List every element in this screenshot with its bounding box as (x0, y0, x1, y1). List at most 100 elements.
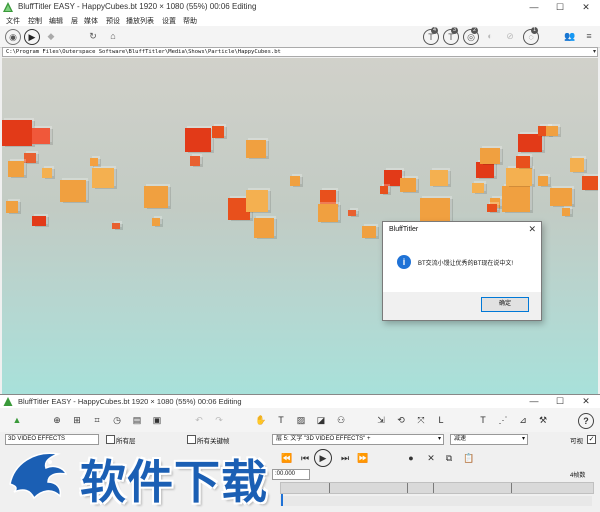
cube (487, 204, 497, 212)
text-tool-icon[interactable]: ⚒ (536, 413, 550, 427)
file-path: C:\Program Files\Outerspace Software\Blu… (6, 49, 281, 55)
dialog-title: BluffTitler (389, 226, 419, 233)
home-icon[interactable]: ⌂ (106, 29, 120, 43)
layer-select-value: 层 5: 文字 "3D VIDEO EFFECTS" + (276, 436, 371, 442)
move-icon[interactable]: ⇲ (374, 413, 388, 427)
minimize-button[interactable]: — (522, 0, 546, 14)
cube (92, 168, 114, 188)
rewind-icon[interactable]: ⏪ (280, 451, 294, 465)
ease-select[interactable]: 减速 ▾ (450, 434, 528, 445)
cube (8, 161, 24, 177)
file-path-bar[interactable]: C:\Program Files\Outerspace Software\Blu… (2, 47, 598, 57)
rotate-icon[interactable]: ⟲ (394, 413, 408, 427)
copy-icon[interactable]: ⧉ (442, 451, 456, 465)
close-button[interactable]: ✕ (574, 395, 598, 407)
cube (348, 210, 356, 216)
badge-count: 3 (451, 27, 458, 34)
scale-icon[interactable]: ⤧ (414, 413, 428, 427)
dialog-message: BT交流小馒让优秀的BT现在说中文! (418, 261, 514, 267)
keyframe-marker[interactable] (407, 483, 408, 493)
layer-disabled-icon[interactable]: ⊘ (503, 29, 517, 43)
time-field[interactable]: :00.000 (272, 469, 310, 480)
close-button[interactable]: ✕ (574, 0, 598, 14)
record-icon[interactable]: ● (404, 451, 418, 465)
all-keyframes-checkbox[interactable] (187, 435, 196, 444)
time-scrubber[interactable] (280, 496, 592, 506)
users-icon[interactable]: 👥 (563, 29, 577, 43)
redo-icon[interactable]: ↷ (212, 413, 226, 427)
skew-icon[interactable]: L (434, 413, 448, 427)
next-frame-icon[interactable]: ⏭ (338, 451, 352, 465)
dialog-close-icon[interactable]: ✕ (528, 224, 536, 235)
ok-button[interactable]: 确定 (481, 297, 529, 312)
layer-select[interactable]: 层 5: 文字 "3D VIDEO EFFECTS" + ▾ (272, 434, 444, 445)
menu-media[interactable]: 媒体 (84, 16, 98, 26)
text-size-icon[interactable]: T (476, 413, 490, 427)
cube (32, 128, 50, 144)
crop-icon[interactable]: ⌗ (90, 413, 104, 427)
all-keyframes-label: 所有关键帧 (197, 438, 230, 445)
hand-icon[interactable]: ✋ (254, 413, 268, 427)
menu-settings[interactable]: 设置 (162, 16, 176, 26)
menu-playlist[interactable]: 播放列表 (126, 16, 154, 26)
title-bar: BluffTitler EASY - HappyCubes.bt 1920 × … (0, 0, 600, 14)
cube (24, 153, 36, 163)
cube (476, 162, 494, 178)
menu-file[interactable]: 文件 (6, 16, 20, 26)
cube (582, 176, 598, 190)
cube (246, 190, 268, 212)
add-child-layer-icon[interactable]: ⊞ (70, 413, 84, 427)
menu-control[interactable]: 控制 (28, 16, 42, 26)
delete-key-icon[interactable]: ✕ (424, 451, 438, 465)
keyframe-marker[interactable] (329, 483, 330, 493)
maximize-button[interactable]: ☐ (548, 395, 572, 407)
menu-icon[interactable]: ≡ (582, 29, 596, 43)
text-align-icon[interactable]: ⊿ (516, 413, 530, 427)
menu-help[interactable]: 帮助 (183, 16, 197, 26)
playhead[interactable] (281, 494, 283, 506)
menu-preset[interactable]: 预设 (106, 16, 120, 26)
cube (318, 204, 338, 222)
cube (502, 186, 530, 212)
menu-edit[interactable]: 编辑 (49, 16, 63, 26)
cube (112, 223, 120, 229)
help-icon[interactable]: ? (578, 413, 594, 429)
play-button[interactable]: ▶ (24, 29, 40, 45)
dialog-body: i BT交流小馒让优秀的BT现在说中文! (383, 240, 541, 292)
layer-light-icon[interactable]: ◐ (483, 29, 497, 43)
keyframe-marker[interactable] (511, 483, 512, 493)
cube (400, 178, 416, 192)
cube (42, 168, 52, 178)
text-spacing-icon[interactable]: ⋰ (496, 413, 510, 427)
minimize-button[interactable]: — (522, 395, 546, 407)
main-toolbar: ◉ ▶ ◆ ↻ ⌂ T T ◎ ◐ ⊘ ◌ 👥 ≡ 4321 (0, 26, 600, 48)
chevron-down-icon[interactable]: ▾ (593, 48, 596, 56)
play-button[interactable]: ▶ (314, 449, 332, 467)
clock-icon[interactable]: ◷ (110, 413, 124, 427)
menu-layer[interactable]: 层 (71, 16, 78, 26)
all-layers-checkbox[interactable] (106, 435, 115, 444)
bottom-title-bar: BluffTitler EASY - HappyCubes.bt 1920 × … (0, 394, 600, 408)
undo-icon[interactable]: ↶ (192, 413, 206, 427)
maximize-button[interactable]: ☐ (548, 0, 572, 14)
frame-count: 4帧数 (570, 473, 586, 479)
image-icon[interactable]: ▨ (294, 413, 308, 427)
visible-checkbox[interactable]: ✓ (587, 435, 596, 444)
keyframe-marker[interactable] (433, 483, 434, 493)
cube (190, 156, 200, 166)
cube (290, 176, 300, 186)
particles-icon[interactable]: ⚇ (334, 413, 348, 427)
save-icon[interactable]: ▣ (150, 413, 164, 427)
fast-forward-icon[interactable]: ⏩ (356, 451, 370, 465)
watermark-dragon-logo (9, 452, 68, 500)
diamond-icon[interactable]: ◆ (44, 29, 58, 43)
play-circle-icon[interactable]: ◉ (5, 29, 21, 45)
shape-icon[interactable]: ◪ (314, 413, 328, 427)
prev-frame-icon[interactable]: ⏮ (298, 451, 312, 465)
folder-icon[interactable]: ▤ (130, 413, 144, 427)
refresh-icon[interactable]: ↻ (86, 29, 100, 43)
paste-icon[interactable]: 📋 (462, 451, 476, 465)
add-layer-icon[interactable]: ⊕ (50, 413, 64, 427)
text-icon[interactable]: T (274, 413, 288, 427)
keyframe-timeline[interactable] (280, 482, 594, 494)
